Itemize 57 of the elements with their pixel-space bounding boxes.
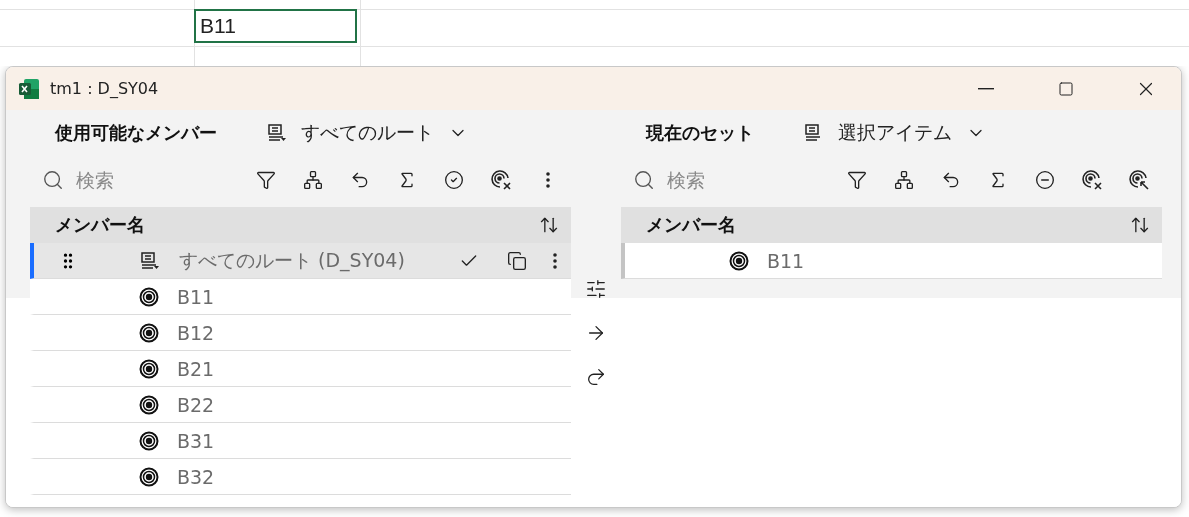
- radio-target-icon: [139, 322, 159, 343]
- member-label: B22: [177, 393, 215, 416]
- more-button[interactable]: [553, 252, 557, 269]
- member-label: B21: [177, 357, 215, 380]
- copy-button[interactable]: [507, 250, 527, 271]
- minimize-icon: [978, 87, 994, 90]
- list-filter-icon: [140, 250, 160, 271]
- active-cell[interactable]: B11: [194, 9, 357, 43]
- sort-button[interactable]: [1130, 215, 1150, 235]
- subset-dropdown[interactable]: 選択アイテム: [804, 119, 986, 146]
- check-circle-icon: [443, 170, 464, 190]
- member-row[interactable]: B11: [30, 279, 571, 315]
- column-header: メンバー名: [646, 213, 737, 237]
- sliders-icon: [585, 278, 607, 300]
- more-icon: [553, 252, 557, 269]
- member-label: B11: [177, 285, 215, 308]
- target-cursor-icon: [1127, 169, 1150, 191]
- radio-target-icon: [139, 466, 159, 487]
- settings-sliders-button[interactable]: [585, 278, 607, 300]
- search-field[interactable]: 検索: [74, 168, 218, 192]
- member-row[interactable]: B11: [621, 243, 1162, 279]
- tree-row[interactable]: すべてのルート (D_SY04): [30, 243, 571, 279]
- list-filter-icon: [267, 122, 287, 143]
- hierarchy-icon: [893, 170, 914, 190]
- member-label: B12: [177, 321, 215, 344]
- sort-icon: [1130, 215, 1150, 235]
- window-title: tm1 : D_SY04: [50, 79, 160, 98]
- radio-target-icon: [139, 394, 159, 415]
- copy-icon: [507, 250, 527, 271]
- member-label: B11: [767, 249, 805, 272]
- hierarchy-icon: [302, 170, 323, 190]
- more-icon: [545, 172, 550, 188]
- spreadsheet-app-icon: [18, 77, 40, 100]
- target-cross-icon: [1080, 169, 1103, 191]
- radio-target-icon: [729, 250, 749, 271]
- search-icon: [42, 169, 64, 191]
- loop-arrow-button[interactable]: [585, 366, 607, 388]
- target-cross-icon: [489, 169, 512, 191]
- radio-target-icon: [139, 430, 159, 451]
- filter-icon: [846, 170, 867, 190]
- member-label: B32: [177, 465, 215, 488]
- sort-button[interactable]: [539, 215, 559, 235]
- minus-circle-icon: [1034, 170, 1055, 190]
- radio-target-icon: [139, 286, 159, 307]
- subset-dropdown[interactable]: すべてのルート: [267, 119, 468, 146]
- member-label: B31: [177, 429, 215, 452]
- panel-title: 現在のセット: [646, 120, 754, 145]
- search-field[interactable]: 検索: [665, 168, 809, 192]
- panel-title: 使用可能なメンバー: [55, 120, 217, 145]
- search-icon: [633, 169, 655, 191]
- column-header: メンバー名: [55, 213, 146, 237]
- loop-arrow-icon: [585, 366, 607, 388]
- radio-target-icon: [139, 358, 159, 379]
- row-label: すべてのルート (D_SY04): [179, 247, 406, 274]
- filter-icon: [255, 170, 276, 190]
- maximize-icon: [1058, 80, 1074, 97]
- sort-icon: [539, 215, 559, 235]
